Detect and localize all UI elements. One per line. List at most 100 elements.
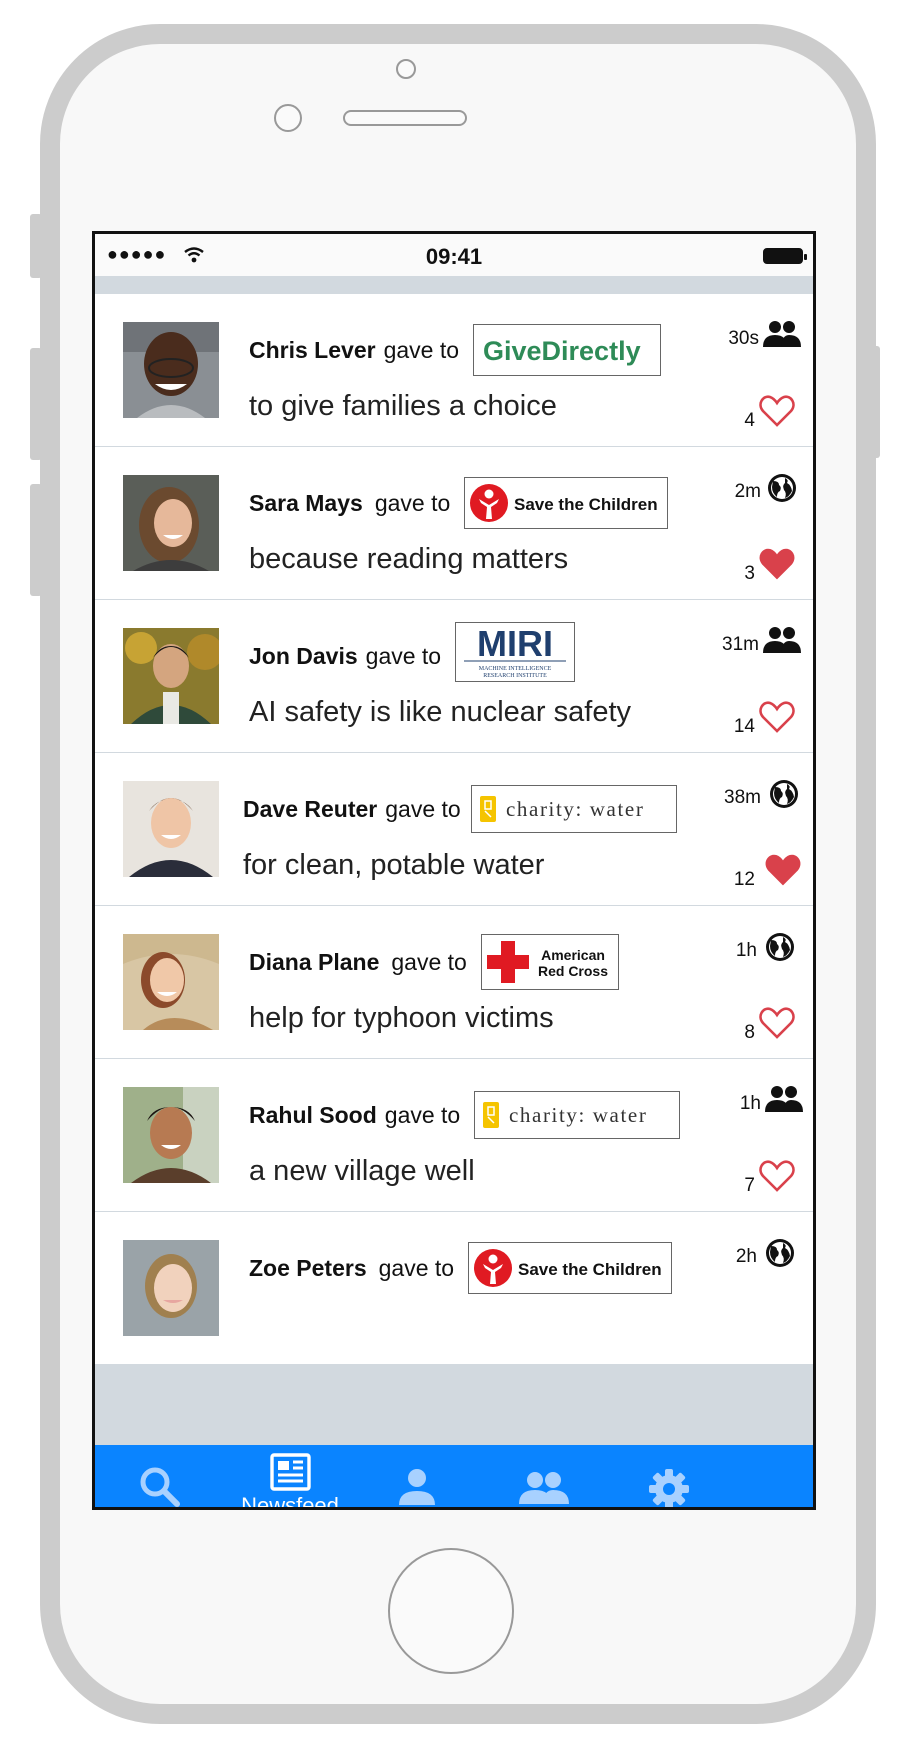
heart-filled-icon[interactable]	[759, 547, 795, 581]
post-message: help for typhoon victims	[249, 1002, 554, 1034]
post-header: Chris Lever gave to GiveDirectly	[249, 320, 662, 380]
user-name[interactable]: Dave Reuter	[243, 796, 377, 823]
avatar	[123, 934, 219, 1030]
user-name[interactable]: Jon Davis	[249, 643, 358, 670]
charity-logo-charity-water[interactable]: charity: water	[474, 1091, 681, 1139]
avatar	[123, 781, 219, 877]
post-time: 38m	[724, 787, 761, 808]
post-time: 30s	[728, 328, 759, 349]
charity-logo-save-the-children[interactable]: Save the Children	[464, 477, 669, 529]
battery-icon	[763, 248, 807, 264]
tab-profile[interactable]	[395, 1467, 439, 1507]
gave-to-label: gave to	[378, 1254, 455, 1281]
tab-settings[interactable]	[646, 1467, 692, 1507]
heart-outline-icon[interactable]	[759, 700, 795, 734]
front-camera	[396, 59, 416, 79]
charity-water-logo: charity: water	[483, 1102, 647, 1128]
charity-logo-american-red-cross[interactable]: American Red Cross	[480, 934, 619, 990]
heart-filled-icon[interactable]	[765, 853, 801, 887]
post-message: AI safety is like nuclear safety	[249, 696, 631, 728]
tab-search[interactable]	[135, 1465, 185, 1507]
phone-screen: ●●●●● 09:41 Chris Lever gave to GiveDire…	[92, 231, 816, 1510]
feed-item[interactable]: Chris Lever gave to GiveDirectly to give…	[95, 294, 813, 446]
tab-newsfeed-label: Newsfeed	[241, 1493, 339, 1510]
user-name[interactable]: Rahul Sood	[249, 1102, 377, 1129]
save-the-children-wordmark: Save the Children	[514, 495, 658, 514]
user-name[interactable]: Chris Lever	[249, 337, 376, 364]
earpiece-speaker	[343, 110, 467, 126]
miri-logo: MIRI MACHINE INTELLIGENCE RESEARCH INSTI…	[464, 624, 567, 679]
avatar	[123, 628, 219, 724]
user-name[interactable]: Diana Plane	[249, 949, 379, 976]
charity-water-logo: charity: water	[479, 796, 644, 822]
home-button[interactable]	[388, 1548, 514, 1674]
post-header: Rahul Sood gave to charity: water	[249, 1085, 681, 1145]
post-time: 2m	[734, 481, 761, 502]
status-time: 09:41	[425, 244, 483, 269]
tab-newsfeed[interactable]: Newsfeed	[235, 1453, 345, 1510]
charity-logo-charity-water[interactable]: charity: water	[470, 785, 677, 833]
miri-subtitle: MACHINE INTELLIGENCE	[479, 666, 552, 672]
like-count: 7	[744, 1175, 755, 1196]
save-the-children-logo: Save the Children	[474, 1249, 662, 1287]
newsfeed-icon	[270, 1453, 311, 1491]
gave-to-label: gave to	[385, 795, 461, 822]
avatar	[123, 1240, 219, 1336]
post-header: Jon Davis gave to MIRI MACHINE INTELLIGE…	[249, 622, 576, 686]
post-message: for clean, potable water	[243, 849, 545, 881]
like-count: 4	[744, 410, 755, 431]
avatar	[123, 322, 219, 418]
status-bar: ●●●●● 09:41	[95, 234, 813, 276]
globe-icon	[766, 1239, 794, 1267]
post-header: Zoe Peters gave to Save the Children	[249, 1238, 673, 1298]
search-icon	[140, 1467, 180, 1507]
post-header: Sara Mays gave to Save the Children	[249, 473, 669, 533]
globe-icon	[768, 474, 796, 502]
gave-to-label: gave to	[365, 642, 442, 669]
charity-water-wordmark: charity: water	[506, 797, 644, 821]
friends-icon	[763, 321, 801, 347]
charity-logo-miri[interactable]: MIRI MACHINE INTELLIGENCE RESEARCH INSTI…	[455, 622, 576, 682]
miri-subtitle: RESEARCH INSTITUTE	[483, 673, 547, 679]
post-message: because reading matters	[249, 543, 569, 575]
feed-item[interactable]: Diana Plane gave to American Red Cross h…	[95, 906, 813, 1058]
heart-outline-icon[interactable]	[759, 394, 795, 428]
post-message: a new village well	[249, 1155, 475, 1187]
tab-bar: Newsfeed	[95, 1445, 813, 1510]
user-name[interactable]: Sara Mays	[249, 490, 363, 517]
givedirectly-wordmark: GiveDirectly	[483, 336, 641, 366]
friends-icon	[765, 1086, 803, 1112]
gave-to-label: gave to	[391, 948, 467, 975]
proximity-sensor	[274, 104, 302, 132]
globe-icon	[766, 933, 794, 961]
miri-wordmark: MIRI	[477, 624, 553, 664]
charity-logo-save-the-children[interactable]: Save the Children	[468, 1242, 673, 1294]
red-cross-logo: American Red Cross	[486, 941, 608, 983]
like-count: 14	[733, 716, 755, 737]
post-time: 2h	[735, 1246, 757, 1267]
post-time: 31m	[722, 634, 759, 655]
gave-to-label: gave to	[383, 336, 460, 363]
heart-outline-icon[interactable]	[759, 1006, 795, 1040]
feed-item[interactable]: Dave Reuter gave to charity: water for c…	[95, 753, 813, 905]
post-header: Dave Reuter gave to charity: water	[243, 779, 677, 839]
feed-item[interactable]: Rahul Sood gave to charity: water a new …	[95, 1059, 813, 1211]
friends-icon	[519, 1472, 569, 1504]
avatar	[123, 475, 219, 571]
charity-logo-givedirectly[interactable]: GiveDirectly	[473, 324, 662, 376]
feed-item[interactable]: Jon Davis gave to MIRI MACHINE INTELLIGE…	[95, 600, 813, 752]
heart-outline-icon[interactable]	[759, 1159, 795, 1193]
profile-icon	[399, 1469, 435, 1505]
red-cross-wordmark: American	[541, 947, 605, 963]
save-the-children-logo: Save the Children	[470, 484, 658, 522]
feed-item[interactable]: Sara Mays gave to Save the Children beca…	[95, 447, 813, 599]
save-the-children-wordmark: Save the Children	[518, 1260, 662, 1279]
givedirectly-logo: GiveDirectly	[483, 336, 641, 366]
charity-water-wordmark: charity: water	[509, 1103, 647, 1127]
friends-icon	[763, 627, 801, 653]
tab-friends[interactable]	[518, 1471, 570, 1507]
post-time: 1h	[735, 940, 757, 961]
feed-item[interactable]: Zoe Peters gave to Save the Children 2h	[95, 1212, 813, 1364]
gave-to-label: gave to	[384, 1101, 461, 1128]
user-name[interactable]: Zoe Peters	[249, 1255, 367, 1282]
